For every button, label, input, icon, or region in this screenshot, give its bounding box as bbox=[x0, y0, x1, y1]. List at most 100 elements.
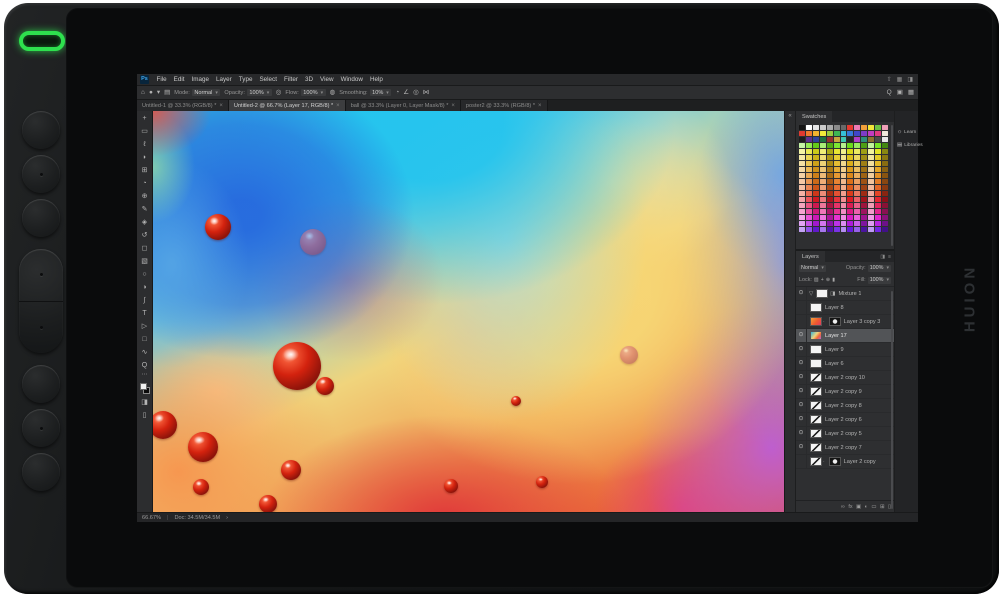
color-swatch[interactable] bbox=[813, 209, 819, 214]
share-icon[interactable]: ⇧ bbox=[887, 76, 892, 83]
color-swatch[interactable] bbox=[875, 221, 881, 226]
color-swatch[interactable] bbox=[827, 209, 833, 214]
move-tool[interactable]: + bbox=[142, 112, 146, 125]
color-swatch[interactable] bbox=[868, 203, 874, 208]
color-swatch[interactable] bbox=[820, 185, 826, 190]
color-swatch[interactable] bbox=[841, 191, 847, 196]
color-swatch[interactable] bbox=[875, 167, 881, 172]
color-swatch[interactable] bbox=[827, 221, 833, 226]
color-swatch[interactable] bbox=[834, 161, 840, 166]
collapse-panels-icon[interactable]: « bbox=[788, 113, 791, 119]
gradient-tool[interactable]: ▧ bbox=[141, 255, 148, 268]
brush-preset-icon[interactable]: ● bbox=[149, 87, 153, 99]
layer-row[interactable]: ⊙Layer 2 copy 6 bbox=[796, 413, 894, 427]
color-swatch[interactable] bbox=[875, 125, 881, 130]
blur-tool[interactable]: ○ bbox=[142, 268, 146, 281]
color-swatch[interactable] bbox=[820, 125, 826, 130]
color-swatch[interactable] bbox=[827, 143, 833, 148]
lock-icon[interactable]: ▮ bbox=[832, 277, 835, 283]
color-swatch[interactable] bbox=[847, 149, 853, 154]
color-swatch[interactable] bbox=[834, 179, 840, 184]
color-swatch[interactable] bbox=[813, 215, 819, 220]
color-swatch[interactable] bbox=[820, 221, 826, 226]
color-swatch[interactable] bbox=[882, 197, 888, 202]
document-tab-4[interactable]: poster2 @ 33.3% (RGB/8) *× bbox=[461, 100, 548, 111]
color-swatch[interactable] bbox=[799, 161, 805, 166]
color-swatch[interactable] bbox=[854, 167, 860, 172]
color-swatch[interactable] bbox=[813, 221, 819, 226]
color-swatch[interactable] bbox=[882, 125, 888, 130]
color-swatch[interactable] bbox=[841, 155, 847, 160]
visibility-eye-icon[interactable]: ⊙ bbox=[796, 385, 807, 398]
menu-edit[interactable]: Edit bbox=[170, 76, 188, 83]
color-swatch[interactable] bbox=[868, 167, 874, 172]
workspace-switcher-icon[interactable]: ▦ bbox=[908, 87, 914, 99]
color-swatch[interactable] bbox=[806, 203, 812, 208]
adjustment-layer-icon[interactable]: ◐ bbox=[865, 504, 868, 510]
visibility-eye-icon[interactable]: ⊙ bbox=[796, 427, 807, 440]
color-swatch[interactable] bbox=[799, 143, 805, 148]
color-swatch[interactable] bbox=[875, 137, 881, 142]
color-swatch[interactable] bbox=[827, 203, 833, 208]
color-swatch[interactable] bbox=[834, 209, 840, 214]
color-swatch[interactable] bbox=[854, 185, 860, 190]
color-swatch[interactable] bbox=[806, 173, 812, 178]
layer-row[interactable]: ⊙▽◨Mixture 1 bbox=[796, 287, 894, 301]
layer-effects-icon[interactable]: fx bbox=[848, 504, 852, 510]
layer-row[interactable]: Layer 8 bbox=[796, 301, 894, 315]
menu-file[interactable]: File bbox=[153, 76, 170, 83]
color-swatch[interactable] bbox=[868, 173, 874, 178]
color-swatch[interactable] bbox=[841, 149, 847, 154]
history-brush-tool[interactable]: ↺ bbox=[142, 229, 148, 242]
color-swatch[interactable] bbox=[854, 131, 860, 136]
color-swatch[interactable] bbox=[834, 155, 840, 160]
opacity-select[interactable]: Opacity:100%▾ bbox=[224, 89, 271, 96]
color-swatch[interactable] bbox=[827, 149, 833, 154]
color-swatch[interactable] bbox=[799, 167, 805, 172]
color-swatch[interactable] bbox=[834, 185, 840, 190]
pressure-opacity-icon[interactable]: ◎ bbox=[276, 87, 282, 99]
symmetry-icon[interactable]: ⋈ bbox=[423, 87, 430, 99]
color-swatch[interactable] bbox=[841, 185, 847, 190]
edit-toolbar-icon[interactable]: ⋯ bbox=[142, 372, 148, 381]
layer-group-icon[interactable]: ▭ bbox=[871, 504, 876, 510]
color-swatch[interactable] bbox=[806, 209, 812, 214]
lock-icon[interactable]: ⊕ bbox=[826, 277, 830, 283]
color-swatch[interactable] bbox=[854, 125, 860, 130]
close-icon[interactable]: × bbox=[451, 103, 455, 109]
color-swatch[interactable] bbox=[861, 215, 867, 220]
color-swatch[interactable] bbox=[799, 197, 805, 202]
color-swatch[interactable] bbox=[868, 149, 874, 154]
blend-mode-select[interactable]: Normal ▾ bbox=[799, 265, 826, 272]
color-swatch[interactable] bbox=[861, 161, 867, 166]
press-key-3[interactable] bbox=[22, 199, 60, 237]
color-swatch[interactable] bbox=[882, 143, 888, 148]
color-swatch[interactable] bbox=[841, 221, 847, 226]
clone-stamp-tool[interactable]: ◈ bbox=[142, 216, 147, 229]
color-swatch[interactable] bbox=[847, 131, 853, 136]
visibility-eye-icon[interactable]: ⊙ bbox=[796, 371, 807, 384]
color-swatch[interactable] bbox=[813, 137, 819, 142]
color-swatch[interactable] bbox=[875, 161, 881, 166]
color-swatch[interactable] bbox=[813, 185, 819, 190]
color-swatch[interactable] bbox=[882, 167, 888, 172]
color-swatch[interactable] bbox=[882, 209, 888, 214]
color-swatch[interactable] bbox=[799, 209, 805, 214]
color-swatch[interactable] bbox=[813, 131, 819, 136]
color-swatch[interactable] bbox=[882, 137, 888, 142]
color-swatch[interactable] bbox=[875, 131, 881, 136]
color-swatch[interactable] bbox=[799, 221, 805, 226]
color-swatch[interactable] bbox=[875, 149, 881, 154]
color-swatch[interactable] bbox=[861, 203, 867, 208]
dodge-tool[interactable]: ◑ bbox=[142, 281, 146, 294]
color-swatch[interactable] bbox=[813, 197, 819, 202]
color-swatch[interactable] bbox=[827, 137, 833, 142]
fill-select[interactable]: 100% ▾ bbox=[868, 277, 891, 284]
color-swatch[interactable] bbox=[854, 149, 860, 154]
color-swatch[interactable] bbox=[834, 203, 840, 208]
color-swatch[interactable] bbox=[806, 179, 812, 184]
color-swatch[interactable] bbox=[868, 227, 874, 232]
color-swatch[interactable] bbox=[813, 161, 819, 166]
shape-tool[interactable]: □ bbox=[142, 333, 146, 346]
press-key-2[interactable] bbox=[22, 155, 60, 193]
